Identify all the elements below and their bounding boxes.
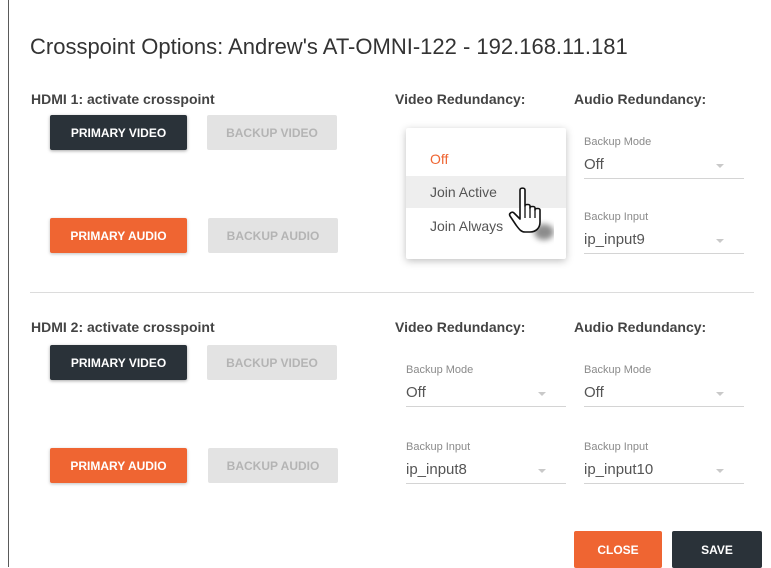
dialog-title: Crosspoint Options: Andrew's AT-OMNI-122… [30,34,628,59]
field-value: Off [584,156,604,173]
hdmi2-primary-video-button[interactable]: PRIMARY VIDEO [50,345,187,380]
caret-down-icon [716,469,724,473]
section-divider [30,292,754,293]
field-underline [406,406,566,407]
hdmi2-audio-redundancy-heading: Audio Redundancy: [574,319,707,335]
hdmi1-backup-video-button[interactable]: BACKUP VIDEO [207,115,337,150]
field-underline [584,406,744,407]
field-label: Backup Mode [584,364,652,376]
hdmi1-audio-backup-input-select[interactable]: Backup Input ip_input9 [584,211,744,254]
hdmi1-video-redundancy-heading: Video Redundancy: [395,91,526,107]
hdmi1-audio-redundancy-heading: Audio Redundancy: [574,91,707,107]
field-label: Backup Input [584,211,649,223]
caret-down-icon [538,392,546,396]
hdmi2-primary-audio-button[interactable]: PRIMARY AUDIO [50,448,187,483]
hdmi2-heading: HDMI 2: activate crosspoint [31,319,215,335]
field-label: Backup Mode [584,136,652,148]
hdmi1-primary-audio-button[interactable]: PRIMARY AUDIO [50,218,187,253]
field-label: Backup Input [584,441,649,453]
save-button[interactable]: SAVE [672,531,762,568]
close-button[interactable]: CLOSE [574,531,662,568]
field-value: Off [584,384,604,401]
field-value: ip_input9 [584,231,645,248]
caret-down-icon [716,392,724,396]
hdmi1-backup-audio-button[interactable]: BACKUP AUDIO [208,218,338,253]
field-value: ip_input8 [406,461,467,478]
hdmi1-primary-video-button[interactable]: PRIMARY VIDEO [50,115,187,150]
hdmi2-backup-audio-button[interactable]: BACKUP AUDIO [208,448,338,483]
hdmi2-video-redundancy-heading: Video Redundancy: [395,319,526,335]
hdmi2-audio-backup-input-select[interactable]: Backup Input ip_input10 [584,441,744,484]
hdmi2-video-backup-input-select[interactable]: Backup Input ip_input8 [406,441,566,484]
field-underline [584,253,744,254]
field-underline [406,483,566,484]
field-value: Off [406,384,426,401]
field-underline [584,483,744,484]
caret-down-icon [538,469,546,473]
hdmi2-backup-video-button[interactable]: BACKUP VIDEO [207,345,337,380]
field-value: ip_input10 [584,461,654,478]
field-underline [584,178,744,179]
hdmi1-heading: HDMI 1: activate crosspoint [31,91,215,107]
field-label: Backup Mode [406,364,474,376]
caret-down-icon [716,239,724,243]
menu-item-off[interactable]: Off [406,143,566,175]
hdmi2-audio-backup-mode-select[interactable]: Backup Mode Off [584,364,744,407]
hdmi1-audio-backup-mode-select[interactable]: Backup Mode Off [584,136,744,179]
caret-down-icon [716,164,724,168]
hdmi2-video-backup-mode-select[interactable]: Backup Mode Off [406,364,566,407]
field-label: Backup Input [406,441,471,453]
hand-pointer-icon [508,187,554,240]
